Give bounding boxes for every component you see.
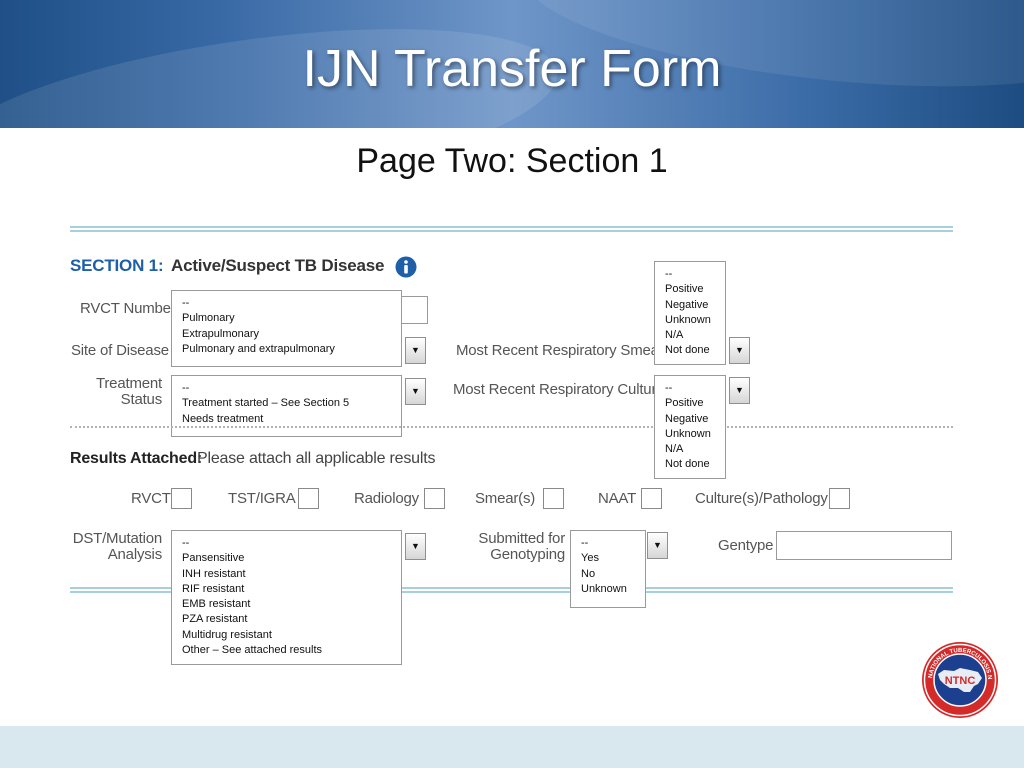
tst-igra-checkbox[interactable] (298, 488, 319, 509)
site-of-disease-dropdown-button[interactable]: ▼ (405, 337, 426, 364)
option[interactable]: Extrapulmonary (182, 327, 391, 342)
option[interactable]: N/A (665, 442, 715, 457)
treatment-status-dropdown-button[interactable]: ▼ (405, 378, 426, 405)
treatment-status-label-2: Status (120, 391, 163, 408)
option[interactable]: Pulmonary and extrapulmonary (182, 342, 391, 357)
genotyping-label-1: Submitted for (478, 530, 565, 547)
option[interactable]: RIF resistant (182, 582, 391, 597)
option[interactable]: -- (182, 296, 391, 311)
dotted-divider (70, 426, 953, 428)
option[interactable]: Treatment started – See Section 5 (182, 396, 391, 411)
treatment-status-label-1: Treatment (95, 375, 162, 392)
smears-checkbox[interactable] (543, 488, 564, 509)
option[interactable]: Unknown (665, 427, 715, 442)
section-title: Active/Suspect TB Disease (171, 256, 385, 275)
option[interactable]: Needs treatment (182, 412, 391, 427)
section-number: SECTION 1: (70, 256, 164, 275)
resp-culture-label: Most Recent Respiratory Culture (453, 381, 665, 398)
smears-checkbox-label: Smear(s) (475, 490, 536, 507)
chevron-down-icon: ▼ (735, 345, 744, 355)
ntnc-logo-icon: NTNC NATIONAL TUBERCULOSIS NURSE COALITI… (918, 636, 1000, 720)
chevron-down-icon: ▼ (411, 541, 420, 551)
culture-pathology-checkbox[interactable] (829, 488, 850, 509)
resp-smear-dropdown-button[interactable]: ▼ (729, 337, 750, 364)
results-attached-heading: Results Attached: (70, 450, 203, 467)
genotyping-label-2: Genotyping (490, 546, 565, 563)
info-icon[interactable] (395, 256, 417, 278)
genotype-label: Gentype (718, 537, 774, 554)
option[interactable]: Pansensitive (182, 551, 391, 566)
resp-culture-options[interactable]: -- Positive Negative Unknown N/A Not don… (654, 375, 726, 479)
option[interactable]: Negative (665, 298, 715, 313)
top-divider (70, 226, 953, 232)
naat-checkbox[interactable] (641, 488, 662, 509)
option[interactable]: Pulmonary (182, 311, 391, 326)
site-of-disease-options[interactable]: -- Pulmonary Extrapulmonary Pulmonary an… (171, 290, 402, 367)
site-of-disease-label: Site of Disease (71, 342, 169, 359)
dst-options[interactable]: -- Pansensitive INH resistant RIF resist… (171, 530, 402, 665)
naat-checkbox-label: NAAT (598, 490, 637, 507)
culture-pathology-checkbox-label: Culture(s)/Pathology (695, 490, 828, 507)
dst-dropdown-button[interactable]: ▼ (405, 533, 426, 560)
resp-smear-label: Most Recent Respiratory Smear (456, 342, 664, 359)
option[interactable]: Not done (665, 457, 715, 472)
option[interactable]: Negative (665, 412, 715, 427)
dst-label-1: DST/Mutation (72, 530, 163, 547)
radiology-checkbox[interactable] (424, 488, 445, 509)
option[interactable]: Positive (665, 282, 715, 297)
tst-igra-checkbox-label: TST/IGRA (228, 490, 296, 507)
radiology-checkbox-label: Radiology (354, 490, 419, 507)
resp-smear-options[interactable]: -- Positive Negative Unknown N/A Not don… (654, 261, 726, 365)
slide-subtitle: Page Two: Section 1 (356, 142, 668, 180)
logo-text: NTNC (945, 675, 976, 687)
genotyping-options[interactable]: -- Yes No Unknown (570, 530, 646, 608)
results-attached-subheading: Please attach all applicable results (197, 450, 436, 467)
slide-title: IJN Transfer Form (302, 40, 722, 98)
option[interactable]: Positive (665, 396, 715, 411)
option[interactable]: Not done (665, 343, 715, 358)
option[interactable]: -- (182, 536, 391, 551)
option[interactable]: Unknown (665, 313, 715, 328)
footer-band (0, 726, 1024, 768)
option[interactable]: -- (665, 381, 715, 396)
option[interactable]: -- (182, 381, 391, 396)
rvct-checkbox-label: RVCT (131, 490, 171, 507)
option[interactable]: -- (581, 536, 635, 551)
option[interactable]: EMB resistant (182, 597, 391, 612)
chevron-down-icon: ▼ (411, 386, 420, 396)
option[interactable]: PZA resistant (182, 612, 391, 627)
genotyping-dropdown-button[interactable]: ▼ (647, 532, 668, 559)
option[interactable]: INH resistant (182, 567, 391, 582)
option[interactable]: Yes (581, 551, 635, 566)
option[interactable]: Other – See attached results (182, 643, 391, 658)
option[interactable]: Multidrug resistant (182, 628, 391, 643)
rvct-number-label: RVCT Number (80, 300, 176, 317)
chevron-down-icon: ▼ (411, 345, 420, 355)
dst-label-2: Analysis (107, 546, 162, 563)
resp-culture-dropdown-button[interactable]: ▼ (729, 377, 750, 404)
chevron-down-icon: ▼ (735, 385, 744, 395)
option[interactable]: -- (665, 267, 715, 282)
genotype-input[interactable] (776, 531, 952, 560)
option[interactable]: No (581, 567, 635, 582)
option[interactable]: N/A (665, 328, 715, 343)
option[interactable]: Unknown (581, 582, 635, 597)
rvct-checkbox[interactable] (171, 488, 192, 509)
chevron-down-icon: ▼ (653, 540, 662, 550)
